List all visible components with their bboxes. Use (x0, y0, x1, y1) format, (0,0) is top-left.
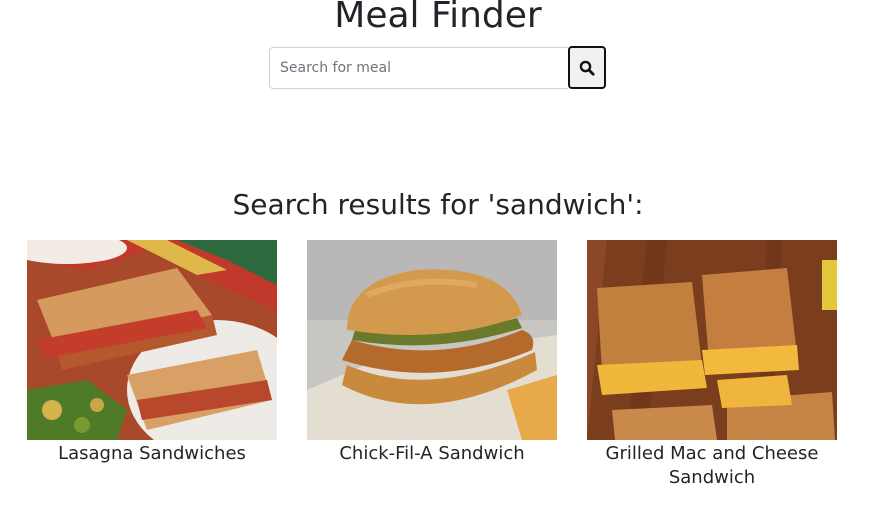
meal-name: Grilled Mac and Cheese Sandwich (605, 443, 819, 488)
search-button[interactable] (568, 46, 606, 89)
results-heading: Search results for 'sandwich': (232, 188, 644, 221)
meal-image (27, 240, 277, 440)
meal-card[interactable]: Grilled Mac and Cheese Sandwich (587, 240, 837, 490)
search-input[interactable] (269, 46, 568, 89)
meal-image (587, 240, 837, 440)
meal-name: Chick-Fil-A Sandwich (339, 443, 525, 464)
meal-card[interactable]: Lasagna Sandwiches (27, 240, 277, 466)
meal-name: Lasagna Sandwiches (58, 443, 246, 464)
meal-card[interactable]: Chick-Fil-A Sandwich (307, 240, 557, 466)
meal-image (307, 240, 557, 440)
search-icon (579, 60, 595, 76)
page: Meal Finder Search results for 'sandwich… (0, 0, 872, 515)
page-title: Meal Finder (334, 0, 542, 36)
search-form (269, 46, 606, 89)
